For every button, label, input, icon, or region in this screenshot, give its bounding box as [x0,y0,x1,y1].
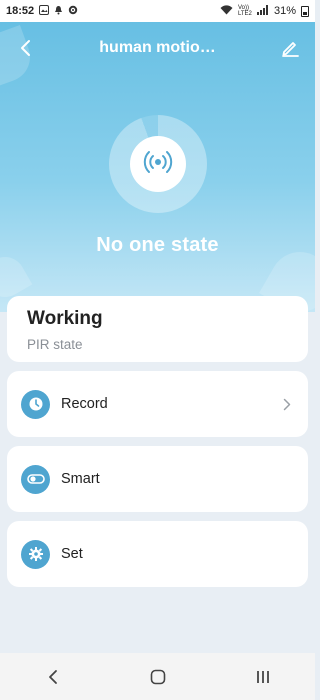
nav-recents-icon[interactable] [243,657,283,697]
motion-sensor-icon [141,150,175,179]
status-right: Vo)) LTE2 31% [220,4,309,18]
presence-state: No one state [96,234,219,256]
pencil-icon[interactable] [279,37,301,59]
back-arrow-icon[interactable] [14,37,36,59]
system-nav-bar [0,653,315,700]
nav-home-icon[interactable] [138,657,178,697]
menu-item-label: Smart [61,471,100,487]
sensor-badge [130,136,186,192]
gear-icon [21,539,50,569]
clock-icon [21,389,50,419]
menu-item-smart[interactable]: Smart [7,446,308,512]
battery-percent: 31% [273,5,296,17]
menu-item-record[interactable]: Record [7,371,308,437]
settings-notification-icon [68,5,78,18]
chevron-right-icon [280,397,294,411]
top-nav: human motio… [0,34,315,62]
status-card-title: Working [27,308,103,329]
toggle-icon [21,464,50,494]
wifi-icon [220,4,233,18]
menu-item-label: Set [61,546,83,562]
sensor-ring [109,115,207,213]
network-label: Vo)) LTE2 [237,5,252,17]
menu-item-label: Record [61,396,108,412]
clock-time: 18:52 [6,5,35,17]
signal-icon [256,4,269,18]
nav-back-icon[interactable] [33,657,73,697]
status-card: Working PIR state [7,296,308,362]
status-bar: 18:52 Vo)) LTE2 31% [0,0,315,22]
status-card-subtitle: PIR state [27,337,83,352]
status-left: 18:52 [6,4,78,18]
menu-item-set[interactable]: Set [7,521,308,587]
notification-bell-icon [54,5,63,18]
hero-panel: human motio… No one state [0,22,315,312]
gallery-notification-icon [39,4,50,18]
battery-icon [301,5,309,17]
device-title: human motio… [99,39,216,56]
